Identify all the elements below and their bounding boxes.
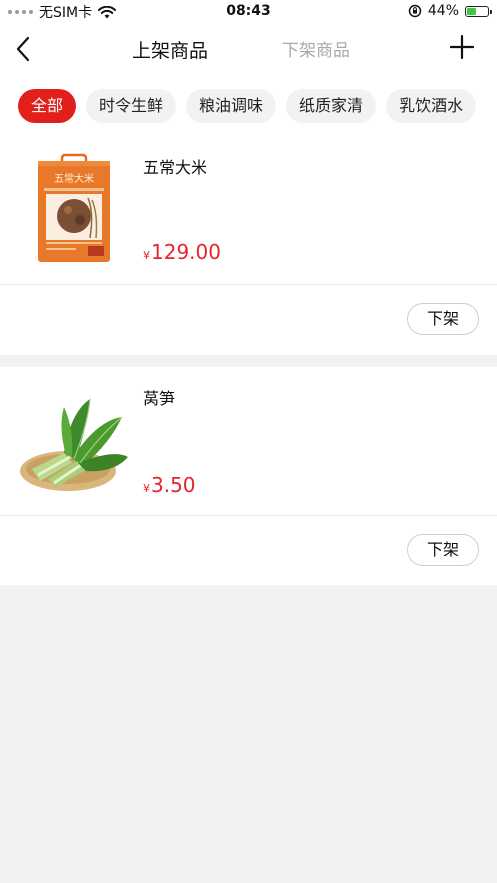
product-name: 莴笋 [143, 389, 176, 408]
nav-bar: 上架商品 下架商品 [0, 24, 497, 76]
battery-level [467, 7, 476, 15]
tab-on-shelf[interactable]: 上架商品 [132, 36, 208, 63]
category-chip-all[interactable]: 全部 [18, 89, 77, 123]
tab-off-shelf[interactable]: 下架商品 [282, 36, 350, 61]
take-off-shelf-button[interactable]: 下架 [407, 303, 479, 335]
orientation-lock-icon [408, 4, 422, 18]
battery-percent: 44% [427, 3, 459, 19]
category-chip-grain-oil[interactable]: 粮油调味 [186, 89, 277, 123]
rice-bag-brand: 五常大米 [54, 172, 94, 185]
rice-bag-image: 五常大米 [18, 152, 130, 264]
product-name: 五常大米 [143, 158, 208, 177]
status-bar: 无SIM卡 08:43 44% [0, 0, 497, 24]
divider [0, 284, 497, 285]
product-price: ¥3.50 [143, 473, 196, 497]
product-card[interactable]: 莴笋 ¥3.50 下架 [0, 367, 497, 585]
status-right: 44% [408, 3, 492, 19]
product-price: ¥129.00 [143, 240, 221, 264]
price-value: 129.00 [151, 240, 221, 264]
product-card[interactable]: 五常大米 五常大米 ¥129.00 下架 [0, 140, 497, 355]
currency-symbol: ¥ [143, 482, 150, 495]
category-chip-paper-cleaning[interactable]: 纸质家清 [286, 89, 377, 123]
take-off-shelf-button[interactable]: 下架 [407, 534, 479, 566]
category-list: 全部 时令生鲜 粮油调味 纸质家清 乳饮酒水 [18, 89, 477, 123]
screen: 无SIM卡 08:43 44% 上架商品 下架商品 全部 时令生鲜 粮油调味 纸… [0, 0, 497, 883]
divider [0, 515, 497, 516]
add-product-button[interactable] [447, 32, 477, 62]
category-bar: 全部 时令生鲜 粮油调味 纸质家清 乳饮酒水 [0, 76, 497, 140]
back-button[interactable] [8, 34, 38, 64]
price-value: 3.50 [151, 473, 196, 497]
category-chip-fresh[interactable]: 时令生鲜 [86, 89, 177, 123]
plus-icon [450, 35, 474, 59]
lettuce-image [18, 393, 130, 505]
category-chip-dairy-drinks[interactable]: 乳饮酒水 [386, 89, 477, 123]
chevron-left-icon [16, 36, 30, 62]
currency-symbol: ¥ [143, 249, 150, 262]
battery-icon [465, 5, 492, 17]
